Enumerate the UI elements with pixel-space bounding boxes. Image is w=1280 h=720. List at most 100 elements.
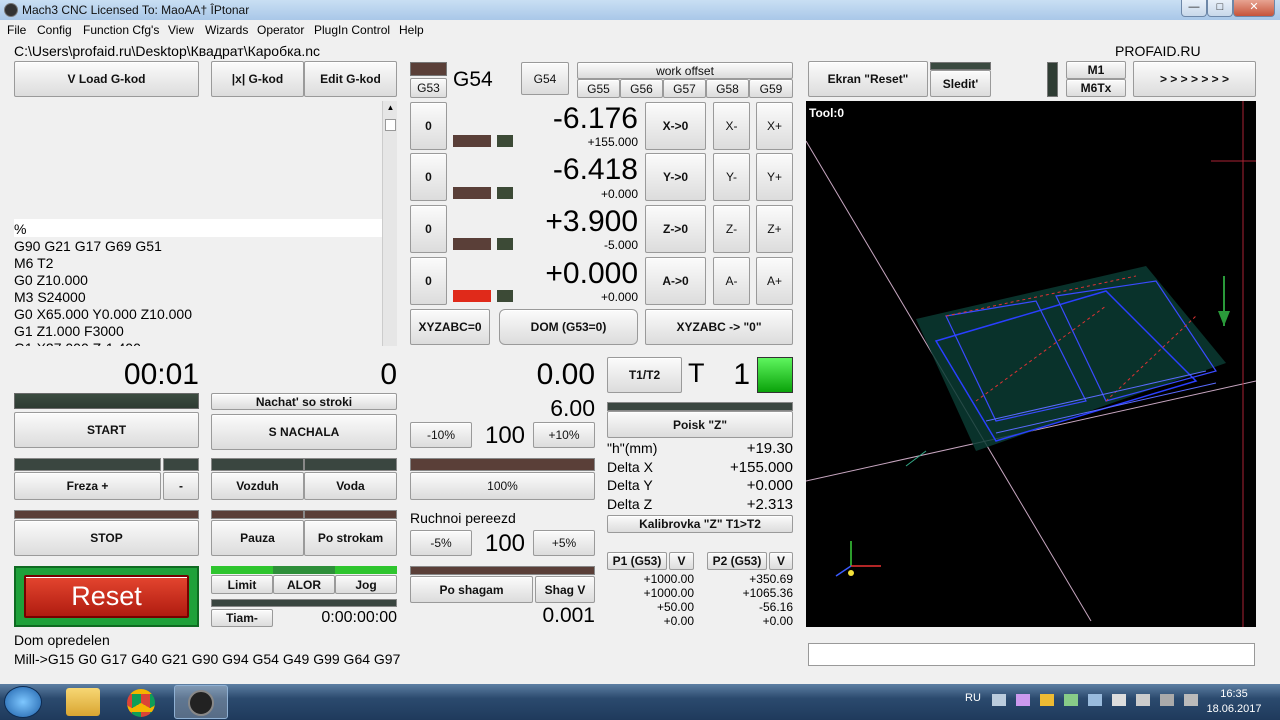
g56-button[interactable]: G56 — [620, 79, 663, 98]
p2-button[interactable]: P2 (G53) — [707, 552, 767, 570]
spindle-button[interactable]: Freza + — [14, 472, 161, 500]
menu-help[interactable]: Help — [399, 23, 424, 37]
g57-button[interactable]: G57 — [663, 79, 706, 98]
tool-change-button[interactable]: T1/T2 — [607, 357, 682, 393]
probe-z-button[interactable]: Poisk "Z" — [607, 411, 793, 438]
work-offset-button[interactable]: work offset — [577, 62, 793, 79]
y-minus-button[interactable]: Y- — [713, 153, 750, 201]
a-zero-button[interactable]: 0 — [410, 257, 447, 305]
g59-button[interactable]: G59 — [749, 79, 793, 98]
m1-button[interactable]: M1 — [1066, 61, 1126, 79]
toolpath-display[interactable]: Tool:0 — [806, 101, 1256, 627]
reset-button[interactable]: Reset — [24, 575, 189, 618]
sledit-button[interactable]: Sledit' — [930, 70, 991, 97]
x-zero-button[interactable]: 0 — [410, 102, 447, 150]
start-button[interactable]: START — [14, 412, 199, 448]
scroll-up-icon[interactable]: ▲ — [385, 103, 396, 117]
jog-plus5-button[interactable]: +5% — [533, 530, 595, 556]
network-icon[interactable] — [992, 694, 1006, 706]
mach3-task-button[interactable] — [174, 685, 228, 719]
step-mode-button[interactable]: Po shagam — [410, 576, 533, 603]
limit-button[interactable]: Limit — [211, 575, 273, 594]
menu-config[interactable]: Config — [37, 23, 72, 37]
chrome-icon[interactable] — [127, 689, 155, 717]
z-zero-button[interactable]: 0 — [410, 205, 447, 253]
g55-button[interactable]: G55 — [577, 79, 620, 98]
a-indicator — [453, 290, 491, 302]
m6tx-button[interactable]: M6Tx — [1066, 79, 1126, 97]
scroll-thumb[interactable] — [385, 119, 396, 131]
gcode-line: M6 T2 — [14, 255, 54, 271]
dom-button[interactable]: DOM (G53=0) — [499, 309, 638, 345]
rewind-button[interactable]: S NACHALA — [211, 414, 397, 450]
bluetooth-icon[interactable] — [1088, 694, 1102, 706]
edit-gcode-button[interactable]: Edit G-kod — [304, 61, 397, 97]
language-indicator[interactable]: RU — [965, 692, 981, 704]
timer-reset-button[interactable]: Tiam- — [211, 609, 273, 627]
alor-button[interactable]: ALOR — [273, 575, 335, 594]
tray-icon[interactable] — [1016, 694, 1030, 706]
menu-wizards[interactable]: Wizards — [205, 23, 248, 37]
mdi-input[interactable] — [808, 643, 1255, 666]
menu-file[interactable]: File — [7, 23, 26, 37]
z-minus-button[interactable]: Z- — [713, 205, 750, 253]
single-block-button[interactable]: Po strokam — [304, 520, 397, 556]
coolant-button[interactable]: Voda — [304, 472, 397, 500]
z-indicator — [453, 238, 491, 250]
load-gcode-button[interactable]: V Load G-kod — [14, 61, 199, 97]
feed-100-button[interactable]: 100% — [410, 472, 595, 500]
menu-function-cfgs[interactable]: Function Cfg's — [83, 23, 159, 37]
maximize-button[interactable]: □ — [1207, 0, 1233, 17]
z-plus-button[interactable]: Z+ — [756, 205, 793, 253]
y-zero-button[interactable]: 0 — [410, 153, 447, 201]
goto-zero-button[interactable]: XYZABC -> "0" — [645, 309, 793, 345]
p1-a: +0.00 — [663, 614, 694, 628]
calibrate-z-button[interactable]: Kalibrovka "Z" T1>T2 — [607, 515, 793, 533]
z-zero-ref-button[interactable]: Z->0 — [645, 205, 706, 253]
y-zero-ref-button[interactable]: Y->0 — [645, 153, 706, 201]
start-orb-icon[interactable] — [4, 686, 42, 718]
p2-v-button[interactable]: V — [769, 552, 793, 570]
pause-button[interactable]: Pauza — [211, 520, 304, 556]
menu-operator[interactable]: Operator — [257, 23, 304, 37]
jog-minus5-button[interactable]: -5% — [410, 530, 472, 556]
gcode-scrollbar[interactable]: ▲ — [382, 101, 397, 346]
step-size-button[interactable]: Shag V — [535, 576, 595, 603]
g58-button[interactable]: G58 — [706, 79, 749, 98]
p1-button[interactable]: P1 (G53) — [607, 552, 667, 570]
next-page-button[interactable]: > > > > > > > — [1133, 61, 1256, 97]
a-plus-button[interactable]: A+ — [756, 257, 793, 305]
y-plus-button[interactable]: Y+ — [756, 153, 793, 201]
p1-v-button[interactable]: V — [669, 552, 694, 570]
flag-icon[interactable] — [1160, 694, 1174, 706]
minimize-button[interactable]: — — [1181, 0, 1207, 17]
start-from-line-button[interactable]: Nachat' so stroki — [211, 393, 397, 410]
close-gcode-button[interactable]: |x| G-kod — [211, 61, 304, 97]
feed-plus10-button[interactable]: +10% — [533, 422, 595, 448]
tray-icon[interactable] — [1136, 694, 1150, 706]
menu-plugin-control[interactable]: PlugIn Control — [314, 23, 390, 37]
feed-minus10-button[interactable]: -10% — [410, 422, 472, 448]
tray-icon[interactable] — [1040, 694, 1054, 706]
a-minus-button[interactable]: A- — [713, 257, 750, 305]
g53-button[interactable]: G53 — [410, 78, 447, 98]
x-zero-ref-button[interactable]: X->0 — [645, 102, 706, 150]
close-button[interactable]: ✕ — [1233, 0, 1275, 17]
zero-all-button[interactable]: XYZABC=0 — [410, 309, 490, 345]
stop-button[interactable]: STOP — [14, 520, 199, 556]
jog-button[interactable]: Jog — [335, 575, 397, 594]
x-plus-button[interactable]: X+ — [756, 102, 793, 150]
clock-date[interactable]: 18.06.2017 — [1196, 703, 1272, 715]
spindle-minus-button[interactable]: - — [163, 472, 199, 500]
g54-button[interactable]: G54 — [521, 62, 569, 95]
feed-rate-actual: 6.00 — [550, 395, 595, 421]
clock-time[interactable]: 16:35 — [1204, 688, 1264, 700]
menu-view[interactable]: View — [168, 23, 194, 37]
tray-icon[interactable] — [1112, 694, 1126, 706]
a-zero-ref-button[interactable]: A->0 — [645, 257, 706, 305]
air-button[interactable]: Vozduh — [211, 472, 304, 500]
tray-icon[interactable] — [1064, 694, 1078, 706]
x-minus-button[interactable]: X- — [713, 102, 750, 150]
explorer-icon[interactable] — [66, 688, 100, 716]
ekran-reset-button[interactable]: Ekran "Reset" — [808, 61, 928, 97]
